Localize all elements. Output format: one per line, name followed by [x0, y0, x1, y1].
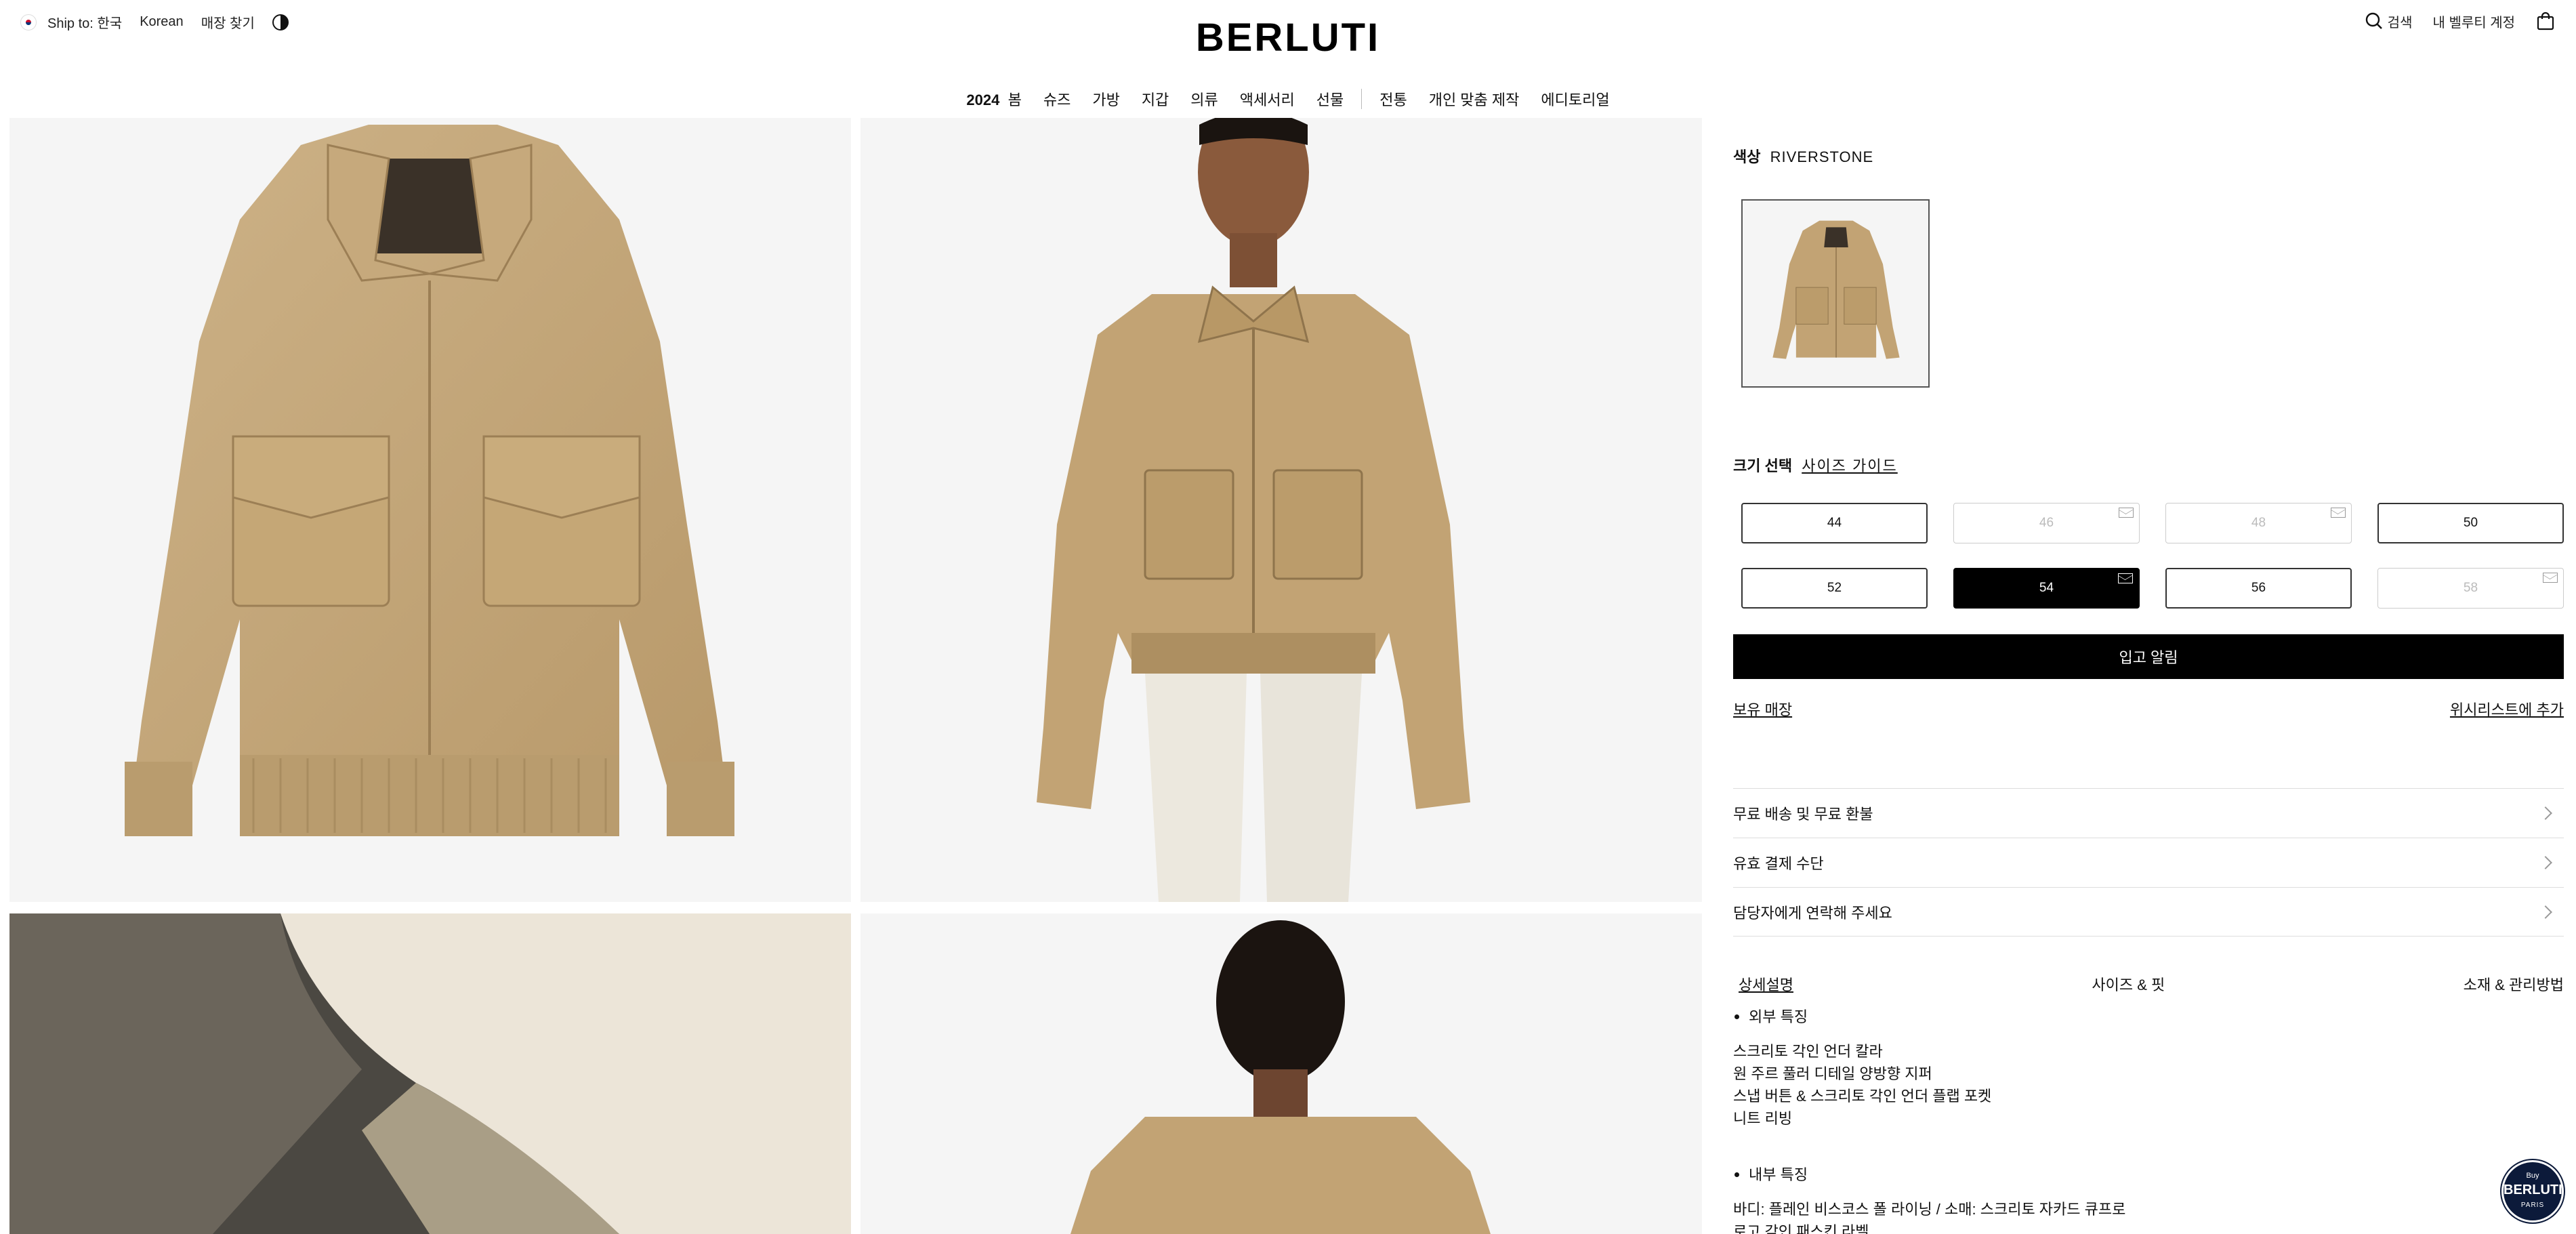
- search-label: 검색: [2387, 15, 2413, 30]
- description-content: 외부 특징 스크리토 각인 언더 칼라 원 주르 풀러 디테일 양방향 지퍼 스…: [1733, 1006, 2564, 1234]
- search-button[interactable]: 검색: [2365, 12, 2413, 31]
- badge-brand-text: BERLUTI: [2504, 1182, 2562, 1197]
- accordion-payment-label: 유효 결제 수단: [1733, 855, 1824, 872]
- fabric-detail-illustration: [9, 913, 851, 1234]
- mail-icon: [2118, 573, 2133, 583]
- color-row: 색상 RIVERSTONE: [1733, 145, 1873, 167]
- nav-item-clothing[interactable]: 의류: [1190, 88, 1218, 110]
- model-front-illustration: [1037, 118, 1470, 902]
- product-image-front[interactable]: [9, 118, 851, 902]
- notify-me-button[interactable]: 입고 알림: [1733, 634, 2564, 679]
- product-image-model-front[interactable]: [860, 118, 1702, 902]
- jacket-front-illustration: [125, 125, 734, 836]
- mail-icon: [2331, 508, 2346, 518]
- store-availability-link[interactable]: 보유 매장: [1733, 698, 1792, 720]
- detail-tabs: 상세설명 사이즈 & 핏 소재 & 관리방법: [1733, 973, 2564, 995]
- size-label-54: 54: [2039, 581, 2054, 595]
- product-image-detail[interactable]: [9, 913, 851, 1234]
- nav-item-editorial[interactable]: 에디토리얼: [1541, 88, 1609, 110]
- chevron-right-icon: [2539, 856, 2552, 869]
- main-navigation: 2024 봄 슈즈 가방 지갑 의류 액세서리 선물 전통 개인 맞춤 제작 에…: [0, 88, 2576, 110]
- accordion-shipping-label: 무료 배송 및 무료 환불: [1733, 806, 1873, 823]
- size-header: 크기 선택 사이즈 가이드: [1733, 454, 1898, 476]
- exterior-line: 원 주르 풀러 디테일 양방향 지퍼: [1733, 1065, 1932, 1082]
- chevron-right-icon: [2539, 806, 2552, 820]
- size-label-52: 52: [1827, 581, 1842, 595]
- size-option-50[interactable]: 50: [2377, 503, 2564, 543]
- nav-item-wallets[interactable]: 지갑: [1142, 88, 1169, 110]
- accordion-contact-label: 담당자에게 연락해 주세요: [1733, 904, 1892, 922]
- exterior-title: 외부 특징: [1733, 1006, 2564, 1028]
- size-label-48: 48: [2251, 516, 2266, 530]
- accordion-shipping[interactable]: 무료 배송 및 무료 환불: [1733, 788, 2564, 838]
- model-back-illustration: [1071, 920, 1491, 1234]
- size-label: 크기 선택: [1733, 457, 1793, 474]
- size-option-54[interactable]: 54: [1953, 568, 2140, 609]
- accordion-payment[interactable]: 유효 결제 수단: [1733, 838, 2564, 887]
- top-bar-right: 검색 내 벨루티 계정: [2344, 11, 2556, 31]
- mail-icon: [2119, 508, 2134, 518]
- chevron-right-icon: [2539, 905, 2552, 919]
- interior-line: 바디: 플레인 비스코스 폴 라이닝 / 소매: 스크리토 자카드 큐프로: [1733, 1201, 2126, 1218]
- product-image-model-back[interactable]: [860, 913, 1702, 1234]
- interior-title: 내부 특징: [1733, 1164, 2564, 1186]
- size-option-44[interactable]: 44: [1741, 503, 1928, 543]
- search-icon: [2365, 12, 2382, 29]
- nav-item-bags[interactable]: 가방: [1092, 88, 1119, 110]
- nav-divider: [1361, 89, 1363, 109]
- interior-lines: 바디: 플레인 비스코스 폴 라이닝 / 소매: 스크리토 자카드 큐프로 로고…: [1733, 1198, 2564, 1234]
- size-option-46[interactable]: 46: [1953, 503, 2140, 543]
- nav-item-bespoke[interactable]: 개인 맞춤 제작: [1429, 88, 1520, 110]
- nav-item-2024-spring[interactable]: 2024 봄: [966, 88, 1021, 110]
- tab-description[interactable]: 상세설명: [1739, 973, 1793, 995]
- nav-item-heritage[interactable]: 전통: [1379, 88, 1407, 110]
- exterior-line: 니트 리빙: [1733, 1110, 1793, 1127]
- size-option-48[interactable]: 48: [2165, 503, 2352, 543]
- exterior-lines: 스크리토 각인 언더 칼라 원 주르 풀러 디테일 양방향 지퍼 스냅 버튼 &…: [1733, 1040, 2564, 1130]
- size-label-44: 44: [1827, 516, 1842, 530]
- color-value: RIVERSTONE: [1770, 148, 1874, 165]
- top-bar: Ship to: 한국 Korean 매장 찾기 BERLUTI 검색 내 벨루…: [0, 0, 2576, 60]
- exterior-line: 스크리토 각인 언더 칼라: [1733, 1043, 1883, 1060]
- size-label-50: 50: [2463, 516, 2478, 530]
- shopping-bag-icon: [2537, 12, 2554, 30]
- size-grid: 44 46 48 50 52 54 56 58: [1741, 503, 2564, 609]
- nav-item-shoes[interactable]: 슈즈: [1043, 88, 1071, 110]
- tab-material-care[interactable]: 소재 & 관리방법: [2464, 973, 2564, 995]
- interior-line: 로고 각인 패스킨 라벨: [1733, 1223, 1869, 1234]
- size-guide-link[interactable]: 사이즈 가이드: [1802, 457, 1898, 474]
- exterior-line: 스냅 버튼 & 스크리토 각인 언더 플랩 포켓: [1733, 1088, 1992, 1105]
- badge-bottom-text: PARIS: [2520, 1201, 2545, 1209]
- size-option-52[interactable]: 52: [1741, 568, 1928, 609]
- size-label-56: 56: [2251, 581, 2266, 595]
- add-to-wishlist-link[interactable]: 위시리스트에 추가: [2450, 698, 2564, 720]
- mail-icon: [2543, 573, 2558, 583]
- size-option-58[interactable]: 58: [2377, 568, 2564, 609]
- size-label-58: 58: [2463, 581, 2478, 595]
- cart-button[interactable]: [2535, 11, 2556, 31]
- nav-item-accessories[interactable]: 액세서리: [1240, 88, 1295, 110]
- brand-logo[interactable]: BERLUTI: [0, 15, 2576, 60]
- badge-top-text: Buy: [2526, 1172, 2539, 1180]
- color-swatch-riverstone[interactable]: [1741, 199, 1930, 388]
- account-link[interactable]: 내 벨루티 계정: [2432, 12, 2515, 31]
- accordion-contact[interactable]: 담당자에게 연락해 주세요: [1733, 887, 2564, 937]
- color-label: 색상: [1733, 148, 1761, 165]
- tab-size-fit[interactable]: 사이즈 & 핏: [2092, 973, 2165, 995]
- size-option-56[interactable]: 56: [2165, 568, 2352, 609]
- berluti-chat-badge[interactable]: Buy BERLUTI PARIS: [2501, 1160, 2564, 1222]
- secondary-links: 보유 매장 위시리스트에 추가: [1733, 698, 2564, 720]
- size-label-46: 46: [2039, 516, 2054, 530]
- nav-item-gifts[interactable]: 선물: [1316, 88, 1344, 110]
- jacket-thumbnail-illustration: [1772, 220, 1900, 359]
